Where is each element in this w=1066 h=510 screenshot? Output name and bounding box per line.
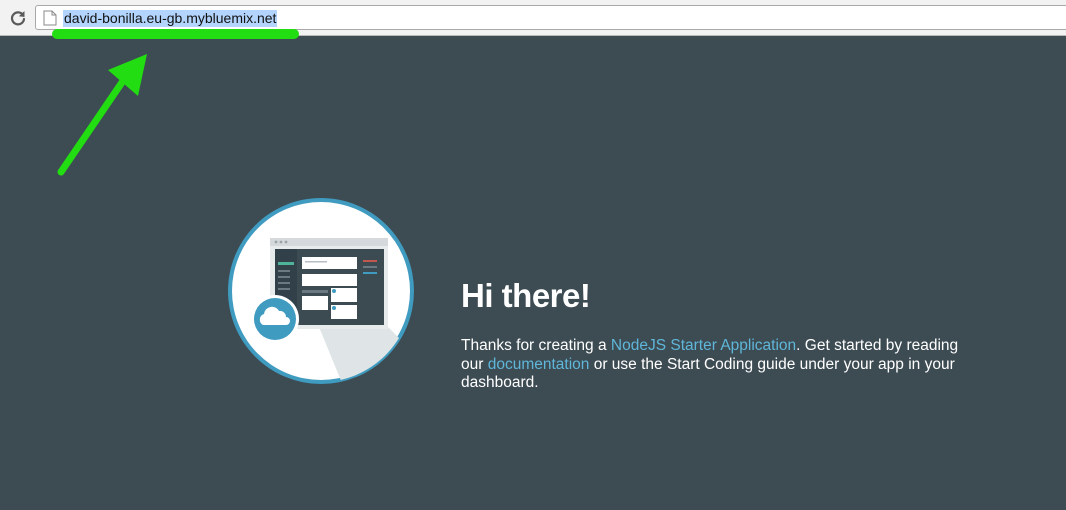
browser-toolbar: david-bonilla.eu-gb.mybluemix.net (0, 0, 1066, 36)
welcome-description: Thanks for creating a NodeJS Starter App… (461, 337, 981, 393)
cloud-app-illustration-icon (228, 198, 414, 384)
page-icon (43, 10, 57, 26)
main-content: Hi there! Thanks for creating a NodeJS S… (0, 36, 1066, 510)
page-heading: Hi there! (461, 277, 591, 314)
url-text[interactable]: david-bonilla.eu-gb.mybluemix.net (63, 10, 278, 27)
documentation-link[interactable]: documentation (488, 356, 590, 373)
description-text-1: Thanks for creating a (461, 337, 611, 354)
reload-icon[interactable] (8, 8, 28, 28)
address-bar[interactable]: david-bonilla.eu-gb.mybluemix.net (35, 5, 1066, 30)
nodejs-starter-link[interactable]: NodeJS Starter Application (611, 337, 796, 354)
